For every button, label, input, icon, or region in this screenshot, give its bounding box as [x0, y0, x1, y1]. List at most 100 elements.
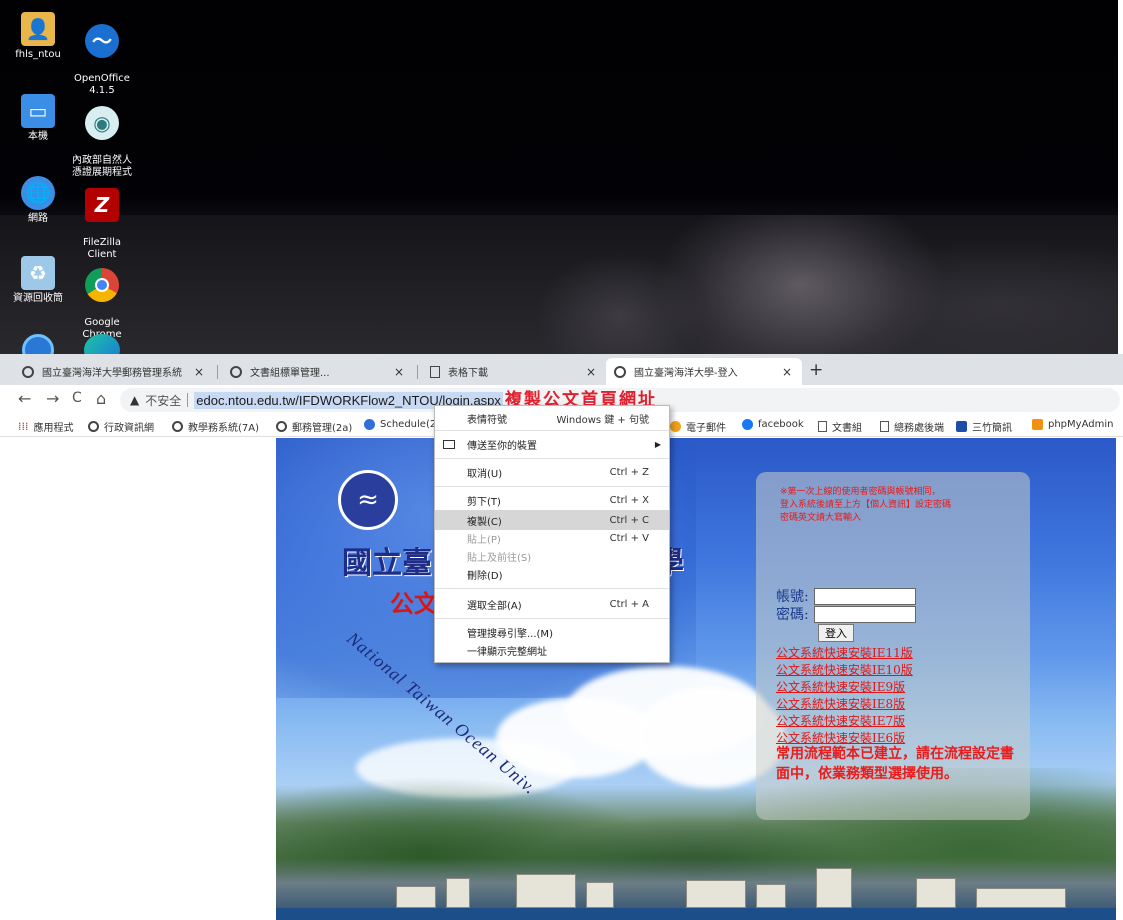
warning-icon[interactable]: ▲: [130, 393, 139, 407]
computer-icon: ▭: [21, 94, 55, 128]
bookmark-mitake-sms[interactable]: 三竹簡訊: [956, 419, 1012, 434]
bookmark-facebook[interactable]: facebook: [742, 419, 804, 430]
menu-item-select-all[interactable]: 選取全部(A) Ctrl + A: [435, 594, 669, 614]
building: [686, 880, 746, 908]
bookmark-teaching-system[interactable]: 教學務系統(7A): [172, 419, 259, 434]
bookmark-label: 行政資訊網: [104, 423, 154, 434]
menu-item-cut[interactable]: 剪下(T) Ctrl + X: [435, 490, 669, 510]
building: [516, 874, 576, 908]
desktop-wallpaper: 👤 fhls_ntou 〜 OpenOffice 4.1.5 ▭ 本機 ◉ 內政…: [0, 0, 1118, 354]
chrome-icon: [85, 268, 119, 302]
menu-item-emoji[interactable]: 表情符號 Windows 鍵 + 句號: [435, 408, 669, 428]
globe-icon: [172, 421, 183, 432]
mail-icon: [670, 421, 681, 432]
tab-title: 文書組標單管理...: [250, 368, 330, 379]
security-label[interactable]: 不安全: [145, 392, 181, 409]
install-ie8-link[interactable]: 公文系統快速安裝IE8版: [776, 695, 905, 712]
tab-bid-management[interactable]: 文書組標單管理... ×: [222, 358, 414, 385]
password-input[interactable]: [814, 605, 916, 623]
menu-item-label: 刪除(D): [467, 570, 503, 582]
mitake-icon: [956, 421, 967, 432]
menu-item-label: 取消(U): [467, 468, 503, 480]
close-icon[interactable]: ×: [192, 365, 206, 379]
menu-item-label: 傳送至你的裝置: [467, 440, 537, 452]
filezilla-icon: Z: [85, 188, 119, 222]
back-button[interactable]: ←: [18, 389, 31, 408]
menu-item-copy[interactable]: 複製(C) Ctrl + C: [435, 510, 669, 530]
new-tab-button[interactable]: +: [809, 360, 823, 380]
university-logo-icon: ≈: [338, 470, 398, 530]
account-label: 帳號:: [776, 589, 809, 605]
menu-item-manage-search-engines[interactable]: 管理搜尋引擎...(M): [435, 622, 669, 642]
bookmark-general-affairs[interactable]: 總務處後端: [880, 419, 944, 434]
tab-mail-system[interactable]: 國立臺灣海洋大學郵務管理系統 ×: [14, 358, 214, 385]
notice-line: ※第一次上線的使用者密碼與帳號相同，: [780, 487, 941, 497]
document-icon: [880, 421, 889, 432]
menu-item-label: 選取全部(A): [467, 600, 522, 612]
reload-button[interactable]: C: [72, 390, 82, 406]
password-label: 密碼:: [776, 607, 809, 623]
desktop-icon-openoffice[interactable]: 〜 OpenOffice 4.1.5: [68, 12, 136, 97]
install-ie9-link[interactable]: 公文系統快速安裝IE9版: [776, 678, 905, 695]
menu-item-paste[interactable]: 貼上(P) Ctrl + V: [435, 528, 669, 548]
recycle-bin-icon: ♻: [21, 256, 55, 290]
forward-button[interactable]: →: [46, 389, 59, 408]
close-icon[interactable]: ×: [392, 365, 406, 379]
building: [396, 886, 436, 908]
bookmark-admin-net[interactable]: 行政資訊網: [88, 419, 154, 434]
globe-icon: [230, 365, 242, 378]
bookmark-mail-mgmt[interactable]: 郵務管理(2a): [276, 419, 352, 434]
flow-template-note: 常用流程範本已建立，請在流程設定書面中，依業務類型選擇使用。: [776, 746, 1014, 782]
login-page-banner: ≈ 國立臺 學 公文 National Taiwan Ocean Univ. ※…: [276, 438, 1116, 920]
account-input[interactable]: [814, 587, 916, 605]
install-ie11-link[interactable]: 公文系統快速安裝IE11版: [776, 644, 913, 661]
desktop-icon-chrome[interactable]: Google Chrome: [68, 256, 136, 341]
bookmark-apps[interactable]: ⁞⁞⁞ 應用程式: [18, 419, 74, 434]
desktop-icon-recycle[interactable]: ♻ 資源回收筒: [4, 256, 72, 305]
menu-separator: [435, 618, 669, 619]
facebook-icon: [742, 419, 753, 430]
bookmark-label: Schedule(2: [380, 419, 437, 430]
desktop-icon-thispc[interactable]: ▭ 本機: [4, 94, 72, 143]
menu-separator: [435, 430, 669, 431]
network-icon: 🌐: [21, 176, 55, 210]
bookmark-label: 三竹簡訊: [972, 423, 1012, 434]
menu-item-send-to-device[interactable]: 傳送至你的裝置 ▶: [435, 434, 669, 454]
building: [816, 868, 852, 908]
menu-item-undo[interactable]: 取消(U) Ctrl + Z: [435, 462, 669, 482]
desktop-icon-moica[interactable]: ◉ 內政部自然人 憑證展期程式: [68, 94, 136, 179]
building: [446, 878, 470, 908]
desktop-icon-label: OpenOffice 4.1.5: [74, 73, 130, 96]
sea: [276, 908, 1116, 920]
menu-item-label: 貼上及前往(S): [467, 552, 532, 564]
tab-login-active[interactable]: 國立臺灣海洋大學-登入 ×: [606, 358, 802, 385]
close-icon[interactable]: ×: [780, 365, 794, 379]
bookmark-phpmyadmin[interactable]: phpMyAdmin: [1032, 419, 1113, 430]
desktop-icon-filezilla[interactable]: Z FileZilla Client: [68, 176, 136, 261]
close-icon[interactable]: ×: [584, 365, 598, 379]
schedule-icon: [364, 419, 375, 430]
bookmark-email[interactable]: 電子郵件: [670, 419, 726, 434]
tab-title: 國立臺灣海洋大學-登入: [634, 368, 738, 379]
document-icon: [430, 365, 440, 378]
menu-item-delete[interactable]: 刪除(D): [435, 564, 669, 584]
menu-item-paste-and-go[interactable]: 貼上及前往(S): [435, 546, 669, 566]
document-icon: [818, 421, 827, 432]
context-menu: 表情符號 Windows 鍵 + 句號 傳送至你的裝置 ▶ 取消(U) Ctrl…: [434, 405, 670, 663]
tab-form-download[interactable]: 表格下載 ×: [422, 358, 606, 385]
menu-shortcut: Ctrl + V: [609, 532, 649, 544]
moica-seal-icon: ◉: [85, 106, 119, 140]
desktop-icon-fhls[interactable]: 👤 fhls_ntou: [4, 12, 72, 61]
login-button[interactable]: 登入: [818, 624, 854, 642]
bookmark-schedule[interactable]: Schedule(2: [364, 419, 436, 430]
bookmark-document-section[interactable]: 文書組: [818, 419, 862, 434]
install-ie7-link[interactable]: 公文系統快速安裝IE7版: [776, 712, 905, 729]
globe-icon: [88, 421, 99, 432]
desktop-icon-label: 資源回收筒: [13, 293, 63, 304]
password-row: 密碼:: [776, 604, 916, 624]
desktop-icon-network[interactable]: 🌐 網路: [4, 176, 72, 225]
home-button[interactable]: ⌂: [96, 389, 106, 408]
menu-item-always-show-full-url[interactable]: 一律顯示完整網址: [435, 640, 669, 660]
install-ie10-link[interactable]: 公文系統快速安裝IE10版: [776, 661, 913, 678]
building: [756, 884, 786, 908]
